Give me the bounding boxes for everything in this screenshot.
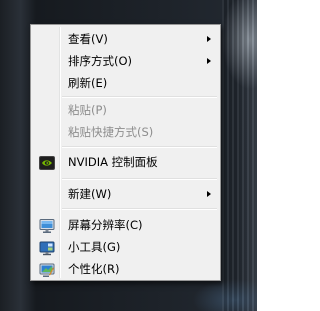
desktop-context-menu: 查看(V) 排序方式(O) 刷新(E) 粘贴(P) 粘贴快捷方式(S) NVID… — [30, 24, 221, 281]
menu-item-label: 新建(W) — [68, 187, 112, 201]
menu-item-label: 查看(V) — [68, 32, 108, 46]
menu-item-label: NVIDIA 控制面板 — [68, 155, 158, 169]
menu-item-gadgets[interactable]: 小工具(G) — [33, 238, 218, 257]
wallpaper-ship-detail — [222, 0, 257, 311]
menu-separator — [62, 96, 217, 98]
menu-item-label: 粘贴快捷方式(S) — [68, 125, 154, 139]
menu-item-label: 屏幕分辨率(C) — [68, 218, 143, 232]
menu-item-label: 个性化(R) — [68, 262, 120, 276]
menu-item-label: 小工具(G) — [68, 240, 121, 254]
menu-item-label: 排序方式(O) — [68, 54, 133, 68]
menu-item-screen-resolution[interactable]: 屏幕分辨率(C) — [33, 216, 218, 235]
menu-separator — [62, 146, 217, 148]
menu-item-nvidia-control-panel[interactable]: NVIDIA 控制面板 — [33, 153, 218, 172]
submenu-arrow-icon — [207, 36, 211, 42]
menu-separator — [62, 208, 217, 210]
menu-item-paste[interactable]: 粘贴(P) — [33, 101, 218, 120]
monitor-resolution-icon — [39, 218, 55, 234]
menu-item-label: 刷新(E) — [68, 76, 108, 90]
personalize-icon — [39, 262, 55, 278]
submenu-arrow-icon — [207, 58, 211, 64]
nvidia-icon — [39, 155, 55, 171]
gadgets-icon — [39, 240, 55, 256]
menu-item-paste-shortcut[interactable]: 粘贴快捷方式(S) — [33, 123, 218, 142]
menu-item-personalize[interactable]: 个性化(R) — [33, 260, 218, 279]
submenu-arrow-icon — [207, 191, 211, 197]
menu-item-view[interactable]: 查看(V) — [33, 30, 218, 49]
menu-separator — [62, 178, 217, 180]
menu-item-label: 粘贴(P) — [68, 103, 107, 117]
menu-item-new[interactable]: 新建(W) — [33, 185, 218, 204]
menu-item-refresh[interactable]: 刷新(E) — [33, 74, 218, 93]
menu-item-sort-by[interactable]: 排序方式(O) — [33, 52, 218, 71]
